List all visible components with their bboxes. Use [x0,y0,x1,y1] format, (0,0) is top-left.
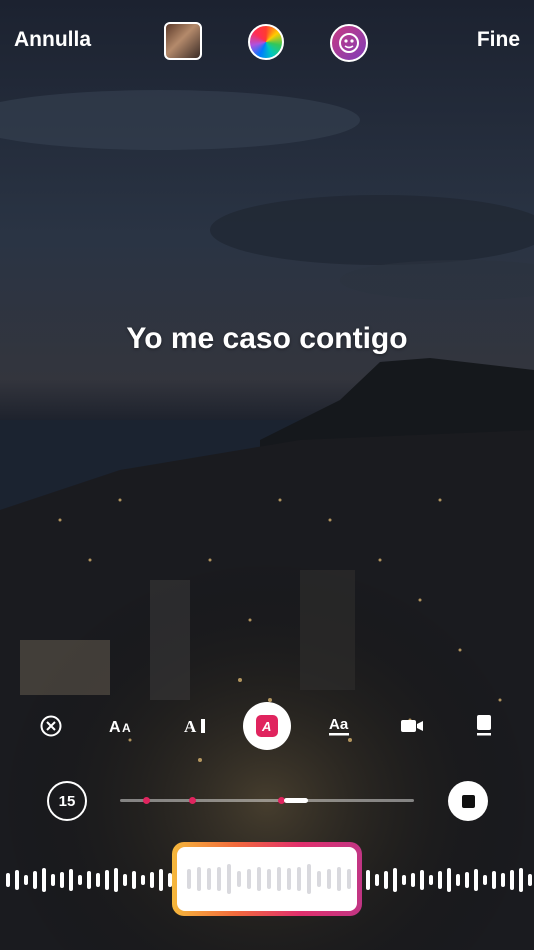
waveform-bar [96,873,100,887]
font-style-swatch: A [256,715,278,737]
text-size-icon[interactable]: AA [107,706,139,746]
waveform-bar [420,870,424,890]
waveform-bar [528,874,532,886]
clip-waveform-bar [347,869,351,889]
progress-track[interactable] [120,797,414,804]
waveform-bar [402,875,406,885]
progress-thumb[interactable] [284,798,309,803]
stop-icon [461,794,475,808]
clip-waveform-bar [237,871,241,887]
progress-marker [143,797,150,804]
waveform-bar [159,869,163,891]
svg-text:A: A [261,719,271,733]
waveform-bar [132,871,136,889]
waveform-bar [501,873,505,887]
stop-button[interactable] [448,781,488,821]
clip-waveform-bar [197,867,201,891]
waveform-bar [6,873,10,887]
clip-selector[interactable] [172,842,362,916]
waveform-bar [447,868,451,892]
clip-waveform-bar [257,867,261,891]
waveform-bar [393,868,397,892]
face-effect-icon[interactable] [330,24,368,62]
waveform-bar [33,871,37,889]
cancel-button[interactable]: Annulla [14,28,91,52]
face-glyph [339,33,359,53]
waveform-bar [24,875,28,885]
clip-waveform-bar [307,864,311,894]
waveform-bar [150,872,154,888]
waveform-bar [105,870,109,890]
waveform-bar [411,873,415,887]
svg-text:A: A [184,717,197,736]
waveform-bar [429,875,433,885]
font-style-icon[interactable]: A [243,702,291,750]
close-circle-icon[interactable] [38,706,64,746]
waveform-bar [483,875,487,885]
clip-waveform-bar [247,869,251,889]
clip-waveform-bar [207,868,211,890]
clip-waveform-bar [317,871,321,887]
waveform-bar [375,874,379,886]
clip-waveform-bar [297,867,301,891]
waveform-bar [438,871,442,889]
svg-text:A: A [122,721,131,735]
media-thumbnail[interactable] [164,22,202,60]
clip-waveform-bar [267,869,271,889]
waveform-bar [519,868,523,892]
video-camera-icon[interactable] [399,706,425,746]
waveform-bar [69,869,73,891]
lyric-text[interactable]: Yo me caso contigo [0,322,534,356]
clip-waveform-bar [227,864,231,894]
waveform-bar [42,868,46,892]
waveform-bar [141,875,145,885]
clip-selector-window [177,847,357,911]
card-style-icon[interactable] [472,706,496,746]
waveform-bar [465,872,469,888]
waveform-bar [51,874,55,886]
waveform-bar [510,870,514,890]
clip-waveform-bar [287,868,291,890]
waveform-bar [60,872,64,888]
clip-waveform-bar [337,867,341,891]
clip-waveform-bar [217,867,221,891]
text-underline-icon[interactable]: Aa [326,706,354,746]
waveform-bar [114,868,118,892]
progress-marker [189,797,196,804]
svg-text:Aa: Aa [329,716,349,733]
clip-waveform-bar [187,869,191,889]
color-wheel-icon[interactable] [248,24,284,60]
clip-waveform-bar [277,867,281,891]
waveform-bar [384,871,388,889]
waveform-bar [366,870,370,890]
waveform-bar [15,870,19,890]
svg-text:A: A [109,719,121,736]
waveform-bar [87,871,91,889]
duration-button[interactable]: 15 [47,781,87,821]
clip-waveform-bar [327,869,331,889]
waveform-bar [123,874,127,886]
waveform-bar [492,871,496,889]
done-button[interactable]: Fine [477,28,520,52]
text-cursor-icon[interactable]: A [182,706,212,746]
waveform-bar [78,875,82,885]
clip-waveform [187,864,351,894]
waveform-bar [474,869,478,891]
waveform-bar [456,874,460,886]
